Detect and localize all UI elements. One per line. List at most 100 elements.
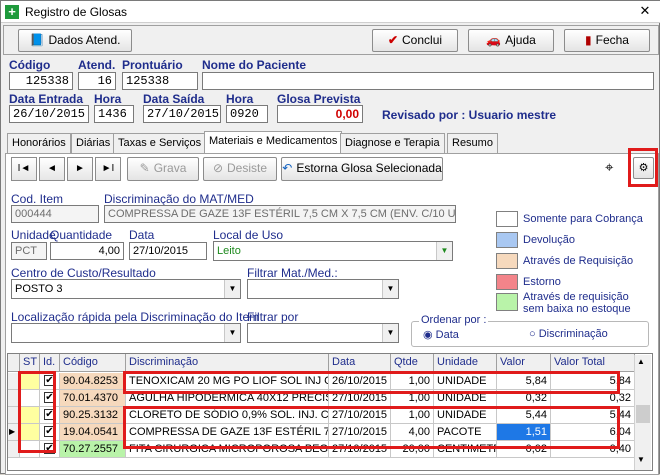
grid-cell-codigo[interactable]: 90.04.8253 bbox=[60, 373, 126, 390]
ordenar-discriminacao-radio[interactable]: ○ Discriminação bbox=[529, 328, 608, 340]
local-uso-select[interactable]: Leito ▼ bbox=[213, 241, 453, 261]
grid-header-unidade[interactable]: Unidade bbox=[434, 354, 497, 372]
data-label: Data bbox=[129, 228, 155, 242]
grid-header-valor-total[interactable]: Valor Total bbox=[551, 354, 635, 372]
legend-swatch-devolucao bbox=[496, 232, 518, 248]
grid-header-st[interactable]: ST bbox=[20, 354, 40, 372]
chevron-down-icon: ▼ bbox=[224, 324, 240, 342]
quantidade-label: Quantidade bbox=[50, 228, 113, 242]
localizacao-select[interactable]: ▼ bbox=[11, 323, 241, 343]
atend-field[interactable]: 16 bbox=[78, 72, 116, 90]
radio-selected-icon: ◉ bbox=[423, 329, 433, 341]
cod-item-field[interactable]: 000444 bbox=[11, 205, 99, 223]
grid-header-codigo[interactable]: Código bbox=[60, 354, 126, 372]
cancel-icon: ⊘ bbox=[212, 161, 224, 176]
hora-entrada-field[interactable]: 1436 bbox=[94, 105, 134, 123]
chevron-down-icon: ▼ bbox=[382, 280, 398, 298]
gear-icon: ⚙ bbox=[638, 162, 649, 174]
legend-swatch-requisicao bbox=[496, 253, 518, 269]
estorna-glosa-button[interactable]: ↶ Estorna Glosa Selecionada bbox=[281, 157, 443, 181]
tab-materiais-medicamentos[interactable]: Materiais e Medicamentos bbox=[204, 131, 343, 154]
dados-atend-button[interactable]: 📘 Dados Atend. bbox=[18, 29, 132, 52]
conclui-button[interactable]: ✔ Conclui bbox=[372, 29, 458, 52]
ajuda-label: Ajuda bbox=[505, 33, 536, 47]
scroll-thumb[interactable] bbox=[636, 405, 650, 423]
centro-custo-label: Centro de Custo/Resultado bbox=[11, 266, 156, 280]
grid-header-id[interactable]: Id. bbox=[40, 354, 60, 372]
tab-diagnose-terapia[interactable]: Diagnose e Terapia bbox=[340, 133, 445, 153]
prontuario-field[interactable]: 125338 bbox=[122, 72, 198, 90]
scroll-down-icon[interactable]: ▼ bbox=[637, 455, 645, 464]
grid-scrollbar[interactable]: ▲ ▼ bbox=[634, 355, 651, 470]
grid-cell-codigo[interactable]: 70.27.2557 bbox=[60, 441, 126, 458]
toolbar-panel: 📘 Dados Atend. ✔ Conclui 🚗 Ajuda ▮ Fecha bbox=[3, 25, 659, 55]
filtrar-mat-select[interactable]: ▼ bbox=[247, 279, 399, 299]
grid-header-valor[interactable]: Valor bbox=[497, 354, 551, 372]
local-uso-value: Leito bbox=[217, 245, 241, 257]
highlight-box bbox=[123, 371, 620, 394]
ordenar-data-radio[interactable]: ◉ Data bbox=[423, 328, 459, 341]
centro-custo-value: POSTO 3 bbox=[15, 283, 63, 295]
quantidade-field[interactable]: 4,00 bbox=[50, 242, 124, 260]
hora-saida-label: Hora bbox=[226, 92, 254, 106]
binoculars-icon[interactable]: ⌖ bbox=[605, 159, 613, 176]
scroll-up-icon[interactable]: ▲ bbox=[637, 357, 645, 366]
legend-label-estorno: Estorno bbox=[523, 276, 561, 288]
revisado-value: Revisado por : Usuario mestre bbox=[382, 108, 557, 122]
legend-label-requisicao: Através de Requisição bbox=[523, 255, 634, 267]
revisado-por-text: Revisado por : Usuario mestre bbox=[382, 108, 556, 122]
nome-paciente-label: Nome do Paciente bbox=[202, 58, 307, 72]
unidade-field[interactable]: PCT bbox=[11, 242, 47, 260]
nome-paciente-field[interactable] bbox=[202, 72, 654, 90]
centro-custo-select[interactable]: POSTO 3 ▼ bbox=[11, 279, 241, 299]
discriminacao-field[interactable]: COMPRESSA DE GAZE 13F ESTÉRIL 7,5 CM X 7… bbox=[104, 205, 456, 223]
data-entrada-field[interactable]: 26/10/2015 bbox=[9, 105, 89, 123]
grid-cell-codigo[interactable]: 70.01.4370 bbox=[60, 390, 126, 407]
app-icon: + bbox=[5, 5, 19, 19]
grid-cell-codigo[interactable]: 19.04.0541 bbox=[60, 424, 126, 441]
grid-header-discriminacao[interactable]: Discriminação bbox=[126, 354, 329, 372]
legend-label-cobranca: Somente para Cobrança bbox=[523, 213, 643, 225]
ajuda-button[interactable]: 🚗 Ajuda bbox=[468, 29, 554, 52]
close-icon[interactable]: ✕ bbox=[637, 4, 653, 19]
codigo-field[interactable]: 125338 bbox=[9, 72, 73, 90]
grid-cell-codigo[interactable]: 90.25.3132 bbox=[60, 407, 126, 424]
legend-swatch-cobranca bbox=[496, 211, 518, 227]
next-record-button[interactable]: ► bbox=[67, 157, 93, 181]
fecha-button[interactable]: ▮ Fecha bbox=[564, 29, 650, 52]
legend-swatch-sem-baixa bbox=[496, 293, 518, 311]
title-bar: + Registro de Glosas ✕ bbox=[1, 1, 660, 23]
conclui-label: Conclui bbox=[402, 33, 443, 47]
estorna-label: Estorna Glosa Selecionada bbox=[296, 161, 442, 175]
unidade-label: Unidade bbox=[11, 228, 56, 242]
tab-honorarios[interactable]: Honorários bbox=[7, 133, 71, 153]
discriminacao-label: Discriminação do MAT/MED bbox=[104, 192, 254, 206]
tab-taxas-servicos[interactable]: Taxas e Serviços bbox=[113, 133, 207, 153]
fecha-label: Fecha bbox=[595, 33, 629, 47]
ordenar-data-label: Data bbox=[435, 329, 459, 341]
first-record-button[interactable]: I◄ bbox=[11, 157, 37, 181]
tab-diarias[interactable]: Diárias bbox=[71, 133, 116, 153]
data-saida-field[interactable]: 27/10/2015 bbox=[143, 105, 221, 123]
filtrar-por-select[interactable]: ▼ bbox=[247, 323, 399, 343]
highlight-box bbox=[123, 406, 620, 449]
hora-saida-field[interactable]: 0920 bbox=[226, 105, 268, 123]
data-field[interactable]: 27/10/2015 bbox=[129, 242, 207, 260]
local-uso-label: Local de Uso bbox=[213, 228, 284, 242]
grid-header-qtde[interactable]: Qtde bbox=[391, 354, 434, 372]
tab-resumo[interactable]: Resumo bbox=[447, 133, 498, 153]
legend-label-devolucao: Devolução bbox=[523, 234, 575, 246]
last-record-button[interactable]: ►I bbox=[95, 157, 121, 181]
undo-icon: ↶ bbox=[282, 161, 293, 176]
car-icon: 🚗 bbox=[486, 33, 502, 48]
codigo-label: Código bbox=[9, 58, 51, 72]
chevron-down-icon: ▼ bbox=[436, 242, 452, 260]
desiste-button[interactable]: ⊘ Desiste bbox=[203, 157, 277, 181]
grid-header-data[interactable]: Data bbox=[329, 354, 391, 372]
glosa-prevista-field[interactable]: 0,00 bbox=[277, 105, 363, 123]
grava-button[interactable]: ✎ Grava bbox=[127, 157, 199, 181]
gear-report-button[interactable]: ⚙ bbox=[633, 157, 654, 179]
prev-record-button[interactable]: ◄ bbox=[39, 157, 65, 181]
grid-indicator-header bbox=[8, 354, 20, 372]
highlight-box bbox=[18, 371, 56, 453]
